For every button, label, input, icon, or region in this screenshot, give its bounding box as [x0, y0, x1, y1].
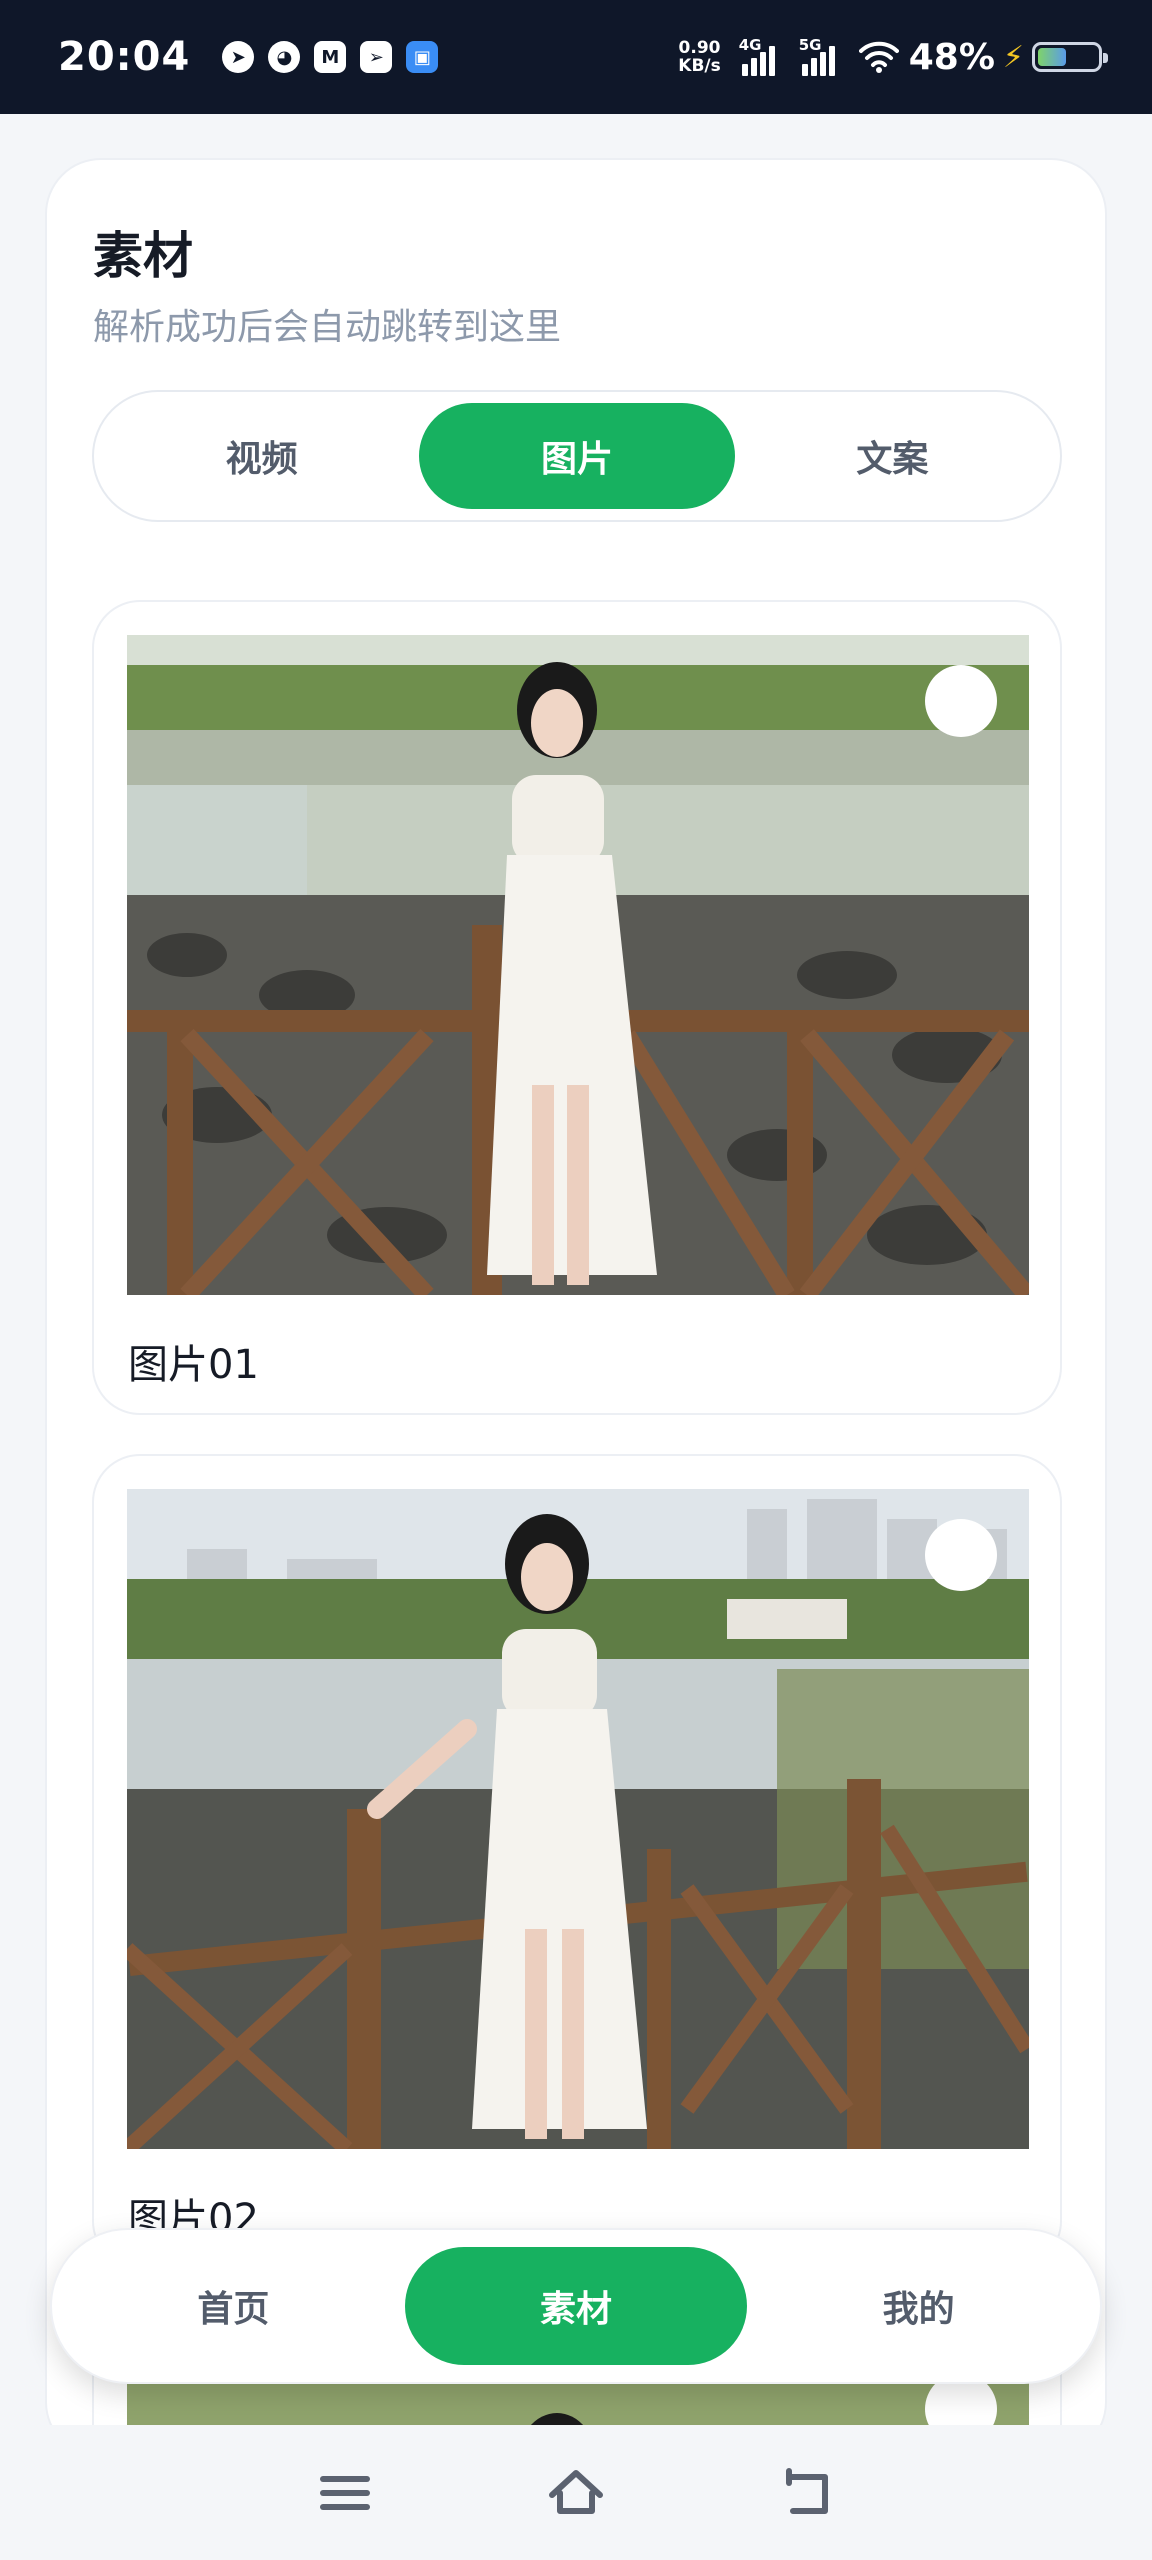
back-icon[interactable] — [777, 2463, 837, 2523]
select-circle[interactable] — [925, 1519, 997, 1591]
bottom-navigation: 首页 素材 我的 — [50, 2228, 1102, 2384]
image-thumbnail[interactable] — [127, 1489, 1029, 2149]
nav-home[interactable]: 首页 — [62, 2247, 405, 2365]
network-speed-value: 0.90 — [678, 38, 721, 58]
image-item[interactable]: 图片02 — [92, 1454, 1062, 2269]
system-navigation-bar — [0, 2425, 1152, 2560]
status-right: 0.90 KB/s 4G 5G 48% ⚡ — [678, 36, 1108, 78]
image-label: 图片01 — [128, 1342, 259, 1388]
tab-image[interactable]: 图片 — [419, 403, 735, 509]
menu-icon[interactable] — [315, 2463, 375, 2523]
nav-profile[interactable]: 我的 — [747, 2247, 1090, 2365]
signal-4g-icon: 4G — [738, 36, 785, 76]
app-icon: ▣ — [406, 41, 439, 73]
wifi-icon — [858, 41, 899, 73]
signal-4g-label: 4G — [738, 36, 762, 54]
nav-materials[interactable]: 素材 — [404, 2247, 748, 2365]
gmail-icon: M — [314, 41, 347, 73]
material-tabs: 视频 图片 文案 — [92, 390, 1062, 522]
clock: 20:04 — [58, 34, 191, 80]
image-item[interactable]: 图片01 — [92, 600, 1062, 1415]
photo-lake-city — [127, 1489, 1029, 2149]
materials-card: 素材 解析成功后会自动跳转到这里 视频 图片 文案 图片01 图片02 — [45, 158, 1107, 2510]
image-thumbnail[interactable] — [127, 635, 1029, 1295]
wechat-icon: ◕ — [268, 41, 301, 73]
battery-percent: 48% — [908, 36, 995, 78]
tab-copywriting[interactable]: 文案 — [735, 403, 1050, 509]
signal-5g-icon: 5G — [798, 36, 845, 76]
network-speed: 0.90 KB/s — [678, 39, 720, 75]
status-bar: 20:04 ➤ ◕ M ➢ ▣ 0.90 KB/s 4G 5G 48% ⚡ — [0, 0, 1152, 114]
charging-icon: ⚡ — [1002, 39, 1024, 75]
tab-video[interactable]: 视频 — [104, 403, 419, 509]
send-icon: ➢ — [360, 41, 393, 73]
page-title: 素材 — [93, 227, 193, 285]
battery-icon — [1032, 42, 1108, 72]
network-speed-unit: KB/s — [678, 56, 721, 76]
signal-5g-label: 5G — [798, 36, 822, 54]
battery-fill — [1038, 48, 1066, 66]
telegram-icon: ➤ — [222, 41, 255, 73]
select-circle[interactable] — [925, 665, 997, 737]
page-subtitle: 解析成功后会自动跳转到这里 — [93, 307, 562, 348]
home-icon[interactable] — [546, 2463, 606, 2523]
photo-lake-fence — [127, 635, 1029, 1295]
status-left: 20:04 ➤ ◕ M ➢ ▣ — [58, 34, 439, 80]
